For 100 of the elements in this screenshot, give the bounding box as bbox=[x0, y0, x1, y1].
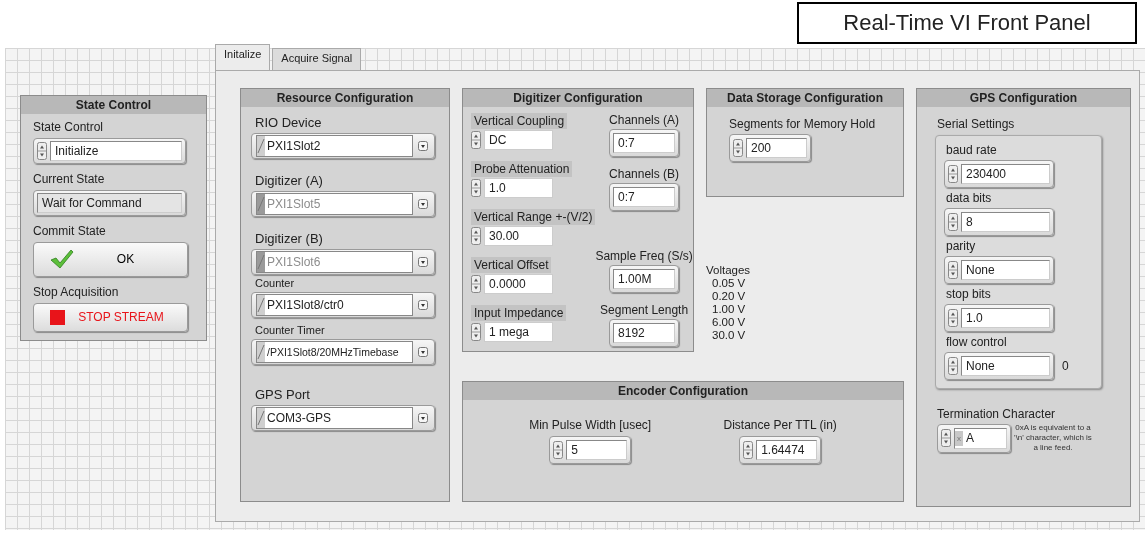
increment-arrows-icon[interactable] bbox=[948, 165, 958, 183]
value-field[interactable]: DC bbox=[484, 130, 553, 150]
caret-icon bbox=[418, 300, 428, 310]
value-field[interactable]: Initialize bbox=[50, 141, 182, 161]
numeric-control[interactable]: 200 bbox=[729, 134, 811, 162]
panel-title: Data Storage Configuration bbox=[707, 89, 903, 107]
increment-arrows-icon[interactable] bbox=[948, 261, 958, 279]
note-text: 0xA is equivalent to a '\n' character, which is a line feed. bbox=[1013, 423, 1093, 453]
numeric-control[interactable]: x A bbox=[937, 423, 1011, 453]
caret-icon bbox=[418, 413, 428, 423]
value-field[interactable]: 230400 bbox=[961, 164, 1050, 184]
increment-arrows-icon[interactable] bbox=[941, 429, 951, 447]
value-field[interactable]: 0.0000 bbox=[484, 274, 553, 294]
voltage-value: 30.0 V bbox=[711, 329, 747, 342]
dropdown-button[interactable] bbox=[416, 141, 430, 151]
stop-icon bbox=[50, 309, 65, 325]
voltage-value: 1.00 V bbox=[711, 303, 747, 316]
dropdown-control[interactable]: PXI1Slot2 bbox=[251, 133, 435, 159]
tab[interactable]: Acquire Signal bbox=[272, 48, 362, 70]
numeric-indicator: 0:7 bbox=[613, 133, 676, 153]
ring-control[interactable]: Initialize bbox=[33, 138, 186, 164]
numeric-control[interactable]: 8 bbox=[944, 208, 1054, 236]
control-label: Vertical Range +-(V/2) bbox=[471, 209, 596, 225]
dropdown-control[interactable]: /PXI1Slot8/20MHzTimebase bbox=[251, 339, 435, 365]
control-label: Current State bbox=[33, 172, 106, 186]
string-indicator: Wait for Command bbox=[37, 193, 182, 213]
control-label: RIO Device bbox=[255, 115, 323, 130]
control-label: Sample Freq (S/s) bbox=[595, 249, 693, 263]
voltage-value: 0.05 V bbox=[711, 277, 747, 290]
voltage-value: 6.00 V bbox=[711, 316, 747, 329]
tab[interactable]: Initalize bbox=[215, 44, 271, 70]
value-field[interactable]: 5 bbox=[566, 440, 628, 460]
panel-title: State Control bbox=[21, 96, 206, 114]
increment-arrows-icon[interactable] bbox=[948, 309, 958, 327]
value-field[interactable]: 1.0 bbox=[961, 308, 1050, 328]
numeric-control[interactable]: 0.0000 bbox=[471, 273, 553, 295]
ok-button[interactable]: OK bbox=[33, 242, 188, 277]
caret-icon bbox=[418, 347, 428, 357]
value-field[interactable]: 1.64474 bbox=[756, 440, 818, 460]
numeric-control[interactable]: 230400 bbox=[944, 160, 1054, 188]
increment-arrows-icon[interactable] bbox=[471, 227, 481, 245]
dropdown-control[interactable]: PXI1Slot8/ctr0 bbox=[251, 292, 435, 318]
control-label: GPS Port bbox=[255, 387, 311, 402]
numeric-control[interactable]: 5 bbox=[549, 436, 632, 464]
numeric-control[interactable]: DC bbox=[471, 129, 553, 151]
value-field[interactable]: 30.00 bbox=[484, 226, 553, 246]
dropdown-button[interactable] bbox=[416, 413, 430, 423]
numeric-indicator: 8192 bbox=[613, 323, 676, 343]
io-icon bbox=[257, 342, 265, 362]
numeric-control[interactable]: None bbox=[944, 352, 1054, 380]
control-label: Commit State bbox=[33, 224, 107, 238]
numeric-control[interactable]: None bbox=[944, 256, 1054, 284]
numeric-control[interactable]: 1.64474 bbox=[739, 436, 822, 464]
dropdown-button[interactable] bbox=[416, 300, 430, 310]
numeric-control[interactable]: 1 mega bbox=[471, 321, 553, 343]
control-label: Counter Timer bbox=[255, 324, 326, 336]
increment-arrows-icon[interactable] bbox=[743, 441, 754, 459]
panel-title: Digitizer Configuration bbox=[463, 89, 693, 107]
panel-title: Resource Configuration bbox=[241, 89, 449, 107]
caret-icon bbox=[418, 141, 428, 151]
increment-arrows-icon[interactable] bbox=[37, 142, 47, 160]
io-icon bbox=[257, 408, 265, 428]
value-field[interactable]: 1 mega bbox=[484, 322, 553, 342]
increment-arrows-icon[interactable] bbox=[471, 131, 481, 149]
stop-button[interactable]: STOP STREAM bbox=[33, 302, 188, 332]
increment-arrows-icon[interactable] bbox=[733, 139, 743, 157]
value-field[interactable]: 1.0 bbox=[484, 178, 553, 198]
value-field[interactable]: None bbox=[961, 356, 1050, 376]
numeric-control[interactable]: 30.00 bbox=[471, 225, 553, 247]
io-icon bbox=[257, 194, 265, 214]
dropdown-button[interactable] bbox=[416, 347, 430, 357]
numeric-indicator: 0:7 bbox=[613, 187, 676, 207]
increment-arrows-icon[interactable] bbox=[471, 323, 481, 341]
increment-arrows-icon[interactable] bbox=[948, 357, 958, 375]
radix-indicator: x bbox=[955, 430, 963, 446]
control-label: Digitizer (A) bbox=[255, 173, 324, 188]
control-label: data bits bbox=[946, 191, 993, 205]
dropdown-control[interactable]: COM3-GPS bbox=[251, 405, 435, 431]
numeric-control[interactable]: 1.0 bbox=[471, 177, 553, 199]
caret-icon bbox=[418, 199, 428, 209]
increment-arrows-icon[interactable] bbox=[471, 275, 481, 293]
numeric-indicator: 1.00M bbox=[613, 269, 676, 289]
io-icon bbox=[257, 295, 265, 315]
page-title: Real-Time VI Front Panel bbox=[797, 2, 1137, 44]
control-label: State Control bbox=[33, 120, 105, 134]
value-field[interactable]: None bbox=[961, 260, 1050, 280]
value-field[interactable]: 200 bbox=[746, 138, 807, 158]
control-label: Stop Acquisition bbox=[33, 284, 120, 299]
control-label: stop bits bbox=[946, 287, 992, 301]
value-field[interactable]: A bbox=[966, 431, 974, 445]
control-label: Counter bbox=[255, 277, 296, 289]
voltage-value: 0.20 V bbox=[711, 290, 747, 303]
voltages-label: Voltages bbox=[706, 264, 752, 277]
numeric-control[interactable]: 1.0 bbox=[944, 304, 1054, 332]
increment-arrows-icon[interactable] bbox=[471, 179, 481, 197]
control-label: Digitizer (B) bbox=[255, 231, 324, 246]
value-field[interactable]: 8 bbox=[961, 212, 1050, 232]
control-label: Segment Length bbox=[599, 303, 690, 317]
increment-arrows-icon[interactable] bbox=[948, 213, 958, 231]
increment-arrows-icon[interactable] bbox=[553, 441, 564, 459]
